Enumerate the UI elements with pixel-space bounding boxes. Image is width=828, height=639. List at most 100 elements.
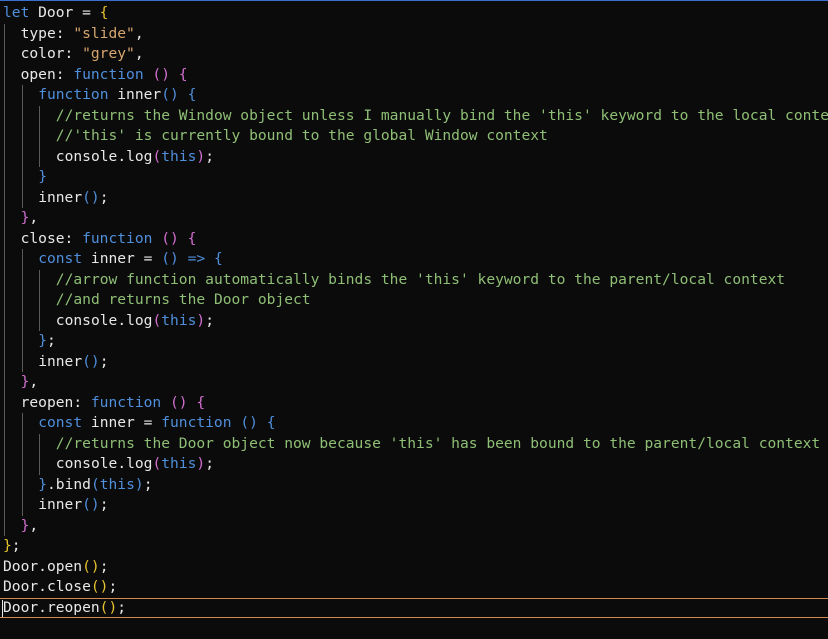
code-token: reopen bbox=[20, 393, 74, 411]
code-token: function bbox=[161, 414, 232, 431]
indent-guide bbox=[21, 495, 23, 516]
code-line[interactable]: reopen: function () { bbox=[0, 392, 828, 414]
code-line[interactable]: let Door = { bbox=[0, 3, 828, 24]
code-token: this bbox=[161, 147, 197, 165]
code-token: ) bbox=[134, 475, 144, 493]
code-token: . bbox=[117, 311, 127, 329]
code-text: console.log(this); bbox=[56, 147, 214, 168]
code-token: ( bbox=[90, 475, 100, 493]
code-token: const bbox=[38, 250, 83, 267]
code-token: ; bbox=[46, 332, 56, 349]
code-line[interactable]: inner(); bbox=[0, 351, 828, 372]
code-editor[interactable]: let Door = {type: "slide", color: "grey",… bbox=[0, 0, 828, 639]
code-text: //returns the Window object unless I man… bbox=[56, 106, 828, 127]
code-token: inner bbox=[82, 250, 144, 267]
code-token: function bbox=[90, 393, 162, 411]
code-line[interactable]: Door.close(); bbox=[0, 577, 828, 598]
code-line[interactable]: Door.reopen(); bbox=[0, 597, 828, 618]
code-text: Door.reopen(); bbox=[3, 599, 126, 618]
code-text: }, bbox=[21, 372, 39, 393]
code-line[interactable]: const inner = function () { bbox=[0, 413, 828, 434]
code-token: , bbox=[29, 209, 39, 226]
code-token: () bbox=[161, 250, 179, 267]
code-line[interactable]: inner(); bbox=[0, 187, 828, 208]
code-token: ; bbox=[143, 475, 153, 493]
code-token: inner bbox=[82, 414, 144, 431]
code-token: //'this' is currently bound to the globa… bbox=[55, 127, 548, 144]
code-token: { bbox=[187, 229, 197, 247]
indent-guide bbox=[21, 290, 23, 311]
code-line[interactable]: Door.open(); bbox=[0, 557, 828, 578]
code-line[interactable]: } bbox=[0, 167, 828, 188]
code-token: "slide" bbox=[73, 24, 135, 42]
code-line[interactable]: //returns the Window object unless I man… bbox=[0, 105, 828, 127]
code-line[interactable]: //arrow function automatically binds the… bbox=[0, 269, 828, 290]
code-line[interactable]: //returns the Door object now because 't… bbox=[0, 433, 828, 454]
code-token: console bbox=[55, 147, 118, 165]
code-token: open bbox=[46, 557, 83, 575]
code-line[interactable]: open: function () { bbox=[0, 64, 828, 85]
code-text: inner(); bbox=[38, 495, 108, 516]
code-text: console.log(this); bbox=[56, 454, 214, 475]
code-text: reopen: function () { bbox=[21, 393, 206, 414]
code-token: ( bbox=[152, 311, 162, 329]
indent-guide bbox=[4, 454, 5, 475]
indent-guide bbox=[39, 310, 41, 331]
code-text: type: "slide", bbox=[21, 24, 144, 45]
indent-guide bbox=[4, 331, 5, 352]
indent-guide bbox=[39, 454, 41, 475]
code-line[interactable]: const inner = () => { bbox=[0, 249, 828, 270]
code-line[interactable]: close: function () { bbox=[0, 228, 828, 249]
indent-guide bbox=[4, 433, 5, 454]
code-text: const inner = function () { bbox=[38, 413, 275, 434]
code-text: color: "grey", bbox=[21, 44, 144, 65]
code-token: = bbox=[143, 414, 162, 431]
code-token: , bbox=[29, 373, 39, 390]
code-line[interactable]: }; bbox=[0, 331, 828, 352]
code-line[interactable]: color: "grey", bbox=[0, 44, 828, 65]
code-text: }.bind(this); bbox=[38, 475, 152, 496]
code-line[interactable]: }.bind(this); bbox=[0, 474, 828, 496]
indent-guide bbox=[4, 290, 5, 311]
code-token: "grey" bbox=[82, 45, 135, 62]
code-line[interactable]: //and returns the Door object bbox=[0, 290, 828, 311]
code-token: { bbox=[196, 393, 206, 411]
code-line[interactable]: //'this' is currently bound to the globa… bbox=[0, 126, 828, 147]
code-line[interactable]: console.log(this); bbox=[0, 454, 828, 475]
indent-guide bbox=[21, 413, 23, 434]
code-line[interactable]: }, bbox=[0, 372, 828, 393]
code-token: type bbox=[20, 24, 56, 42]
code-line[interactable]: type: "slide", bbox=[0, 23, 828, 45]
code-token: console bbox=[55, 455, 118, 472]
code-text: let Door = { bbox=[3, 3, 108, 24]
code-area[interactable]: let Door = {type: "slide", color: "grey",… bbox=[0, 3, 828, 618]
code-token: } bbox=[38, 168, 47, 185]
code-line[interactable]: inner(); bbox=[0, 495, 828, 516]
code-token: ( bbox=[152, 455, 162, 472]
code-token: () bbox=[161, 86, 179, 103]
code-token: ) bbox=[196, 455, 206, 472]
code-line[interactable]: function inner() { bbox=[0, 85, 828, 106]
code-line[interactable]: }, bbox=[0, 515, 828, 536]
indent-guide bbox=[39, 146, 41, 167]
indent-guide bbox=[21, 105, 23, 126]
code-line[interactable]: }; bbox=[0, 536, 828, 557]
code-line[interactable]: console.log(this); bbox=[0, 146, 828, 168]
code-line[interactable]: }, bbox=[0, 208, 828, 229]
indent-guide bbox=[21, 146, 23, 167]
code-line[interactable]: console.log(this); bbox=[0, 310, 828, 331]
indent-guide bbox=[4, 208, 5, 229]
code-text: } bbox=[38, 167, 47, 188]
code-token: : bbox=[55, 65, 74, 83]
code-token: . bbox=[46, 475, 56, 493]
indent-guide bbox=[21, 126, 23, 147]
indent-guide bbox=[4, 187, 5, 208]
code-token: ; bbox=[205, 455, 215, 472]
indent-guide bbox=[4, 64, 5, 85]
code-token: Door bbox=[3, 578, 39, 595]
indent-guide bbox=[4, 392, 5, 413]
code-token: } bbox=[38, 332, 47, 349]
